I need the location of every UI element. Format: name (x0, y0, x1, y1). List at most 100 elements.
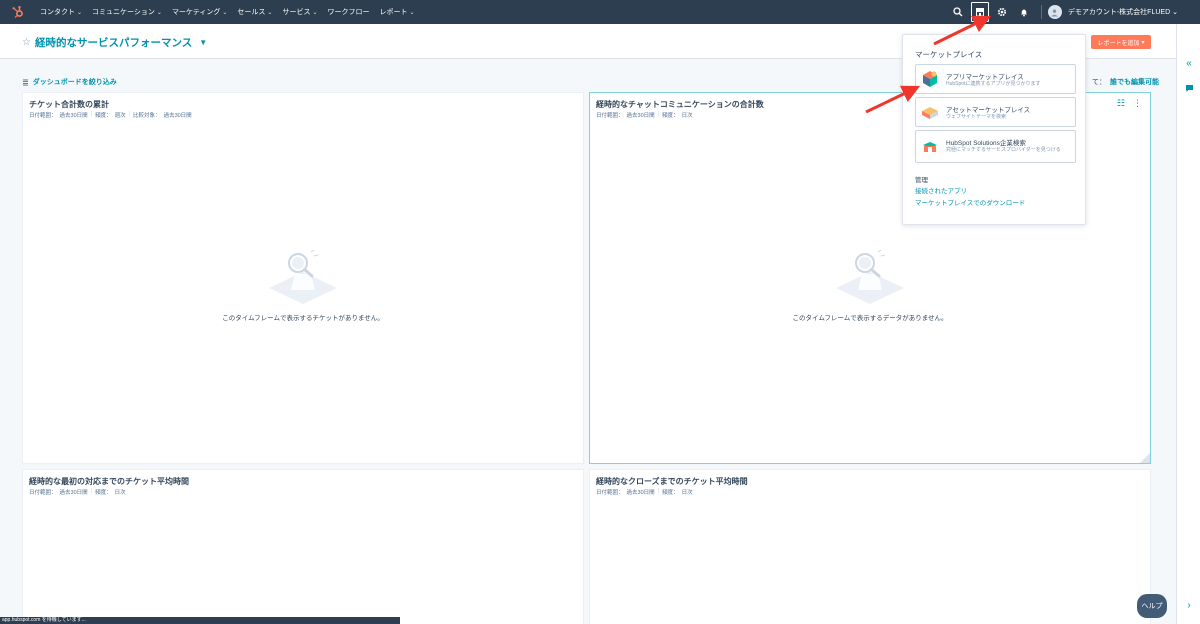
item-title: HubSpot Solutions企業検索 (946, 140, 1026, 147)
meta-text: 週次 (114, 113, 126, 119)
nav-item[interactable]: コミュニケーション ⌄ (92, 7, 162, 17)
filter-sliders-icon[interactable]: ☷ (1117, 98, 1125, 109)
chevron-down-icon: ⌄ (409, 9, 415, 16)
comment-icon[interactable] (1182, 84, 1196, 96)
expand-chevron-right-icon[interactable]: › (1182, 600, 1196, 611)
notifications-bell-icon[interactable] (1013, 0, 1035, 24)
item-description: ウェブサイトテーマを検索 (946, 114, 1007, 120)
report-card[interactable]: 経時的なクローズまでのチケット平均時間 日付範囲： 過去30日間 | 頻度： 日次 (589, 469, 1151, 624)
marketplace-icon[interactable] (969, 0, 991, 24)
add-report-button[interactable]: レポートを追加 ▾ (1091, 35, 1151, 49)
help-button[interactable]: ヘルプ (1137, 594, 1167, 618)
meta-text: 頻度： (95, 490, 112, 496)
account-name: デモアカウント-株式会社FLUED (1067, 9, 1171, 16)
empty-state-magnifier-icon (836, 250, 904, 304)
meta-separator: | (90, 111, 93, 117)
nav-right: デモアカウント-株式会社FLUED ⌄ (947, 0, 1200, 24)
nav-item[interactable]: マーケティング ⌄ (172, 7, 227, 17)
meta-text: 過去30日間 (626, 490, 655, 496)
chevron-down-icon: ⌄ (312, 9, 318, 16)
dashboard-filter[interactable]: ≣ ダッシュボードを絞り込み (22, 77, 117, 87)
meta-text: 日付範囲： (29, 490, 57, 496)
app-marketplace-item[interactable]: アプリマーケットプレイス HubSpotに連携するアプリが見つかります (915, 64, 1076, 94)
card-meta: 日付範囲： 過去30日間 | 頻度： 日次 (596, 488, 693, 496)
meta-text: 過去30日間 (59, 113, 88, 119)
dropdown-heading: マーケットプレイス (915, 50, 983, 59)
card-title[interactable]: チケット合計数の累計 (29, 99, 109, 110)
nav-item-label: マーケティング (171, 9, 221, 16)
edit-prefix: て： (1092, 79, 1106, 86)
account-menu[interactable]: デモアカウント-株式会社FLUED ⌄ (1068, 7, 1178, 17)
nav-item-label: サービス (282, 9, 311, 16)
marketplace-downloads-link[interactable]: マーケットプレイスでのダウンロード (915, 197, 1025, 207)
meta-separator: | (128, 111, 131, 117)
empty-state: このタイムフレームで表示するチケットがありません。 (23, 250, 583, 322)
hubspot-logo-icon[interactable] (6, 0, 30, 24)
search-icon[interactable] (947, 0, 969, 24)
caret-down-icon[interactable]: ▼ (199, 38, 207, 47)
nav-item[interactable]: ワークフロー (327, 7, 369, 17)
nav-item[interactable]: セールス ⌄ (237, 7, 272, 17)
report-card[interactable]: 経時的な最初の対応までのチケット平均時間 日付範囲： 過去30日間 | 頻度： 日次 (22, 469, 584, 624)
meta-text: 日次 (681, 490, 693, 496)
solutions-directory-item[interactable]: HubSpot Solutions企業検索 究極にマッチするサービスプロバイダー… (915, 130, 1076, 163)
nav-item-label: コンタクト (40, 9, 75, 16)
favorite-star-icon[interactable]: ☆ (22, 37, 31, 48)
browser-status-bar: app.hubspot.com を待機しています... (0, 617, 400, 624)
solutions-directory-icon (923, 142, 937, 152)
meta-text: 日付範囲： (29, 113, 57, 119)
meta-text: 日付範囲： (596, 113, 624, 119)
add-report-label: レポートを追加 (1097, 40, 1140, 47)
item-title: アセットマーケットプレイス (946, 107, 1031, 114)
collapse-double-chevron-icon[interactable]: « (1182, 58, 1196, 69)
settings-gear-icon[interactable] (991, 0, 1013, 24)
nav-item-label: コミュニケーション (92, 9, 155, 16)
empty-state-magnifier-icon (269, 250, 337, 304)
item-description: HubSpotに連携するアプリが見つかります (946, 81, 1041, 87)
dashboard-title-area: ☆ 経時的なサービスパフォーマンス ▼ (22, 35, 207, 50)
empty-message: このタイムフレームで表示するデータがありません。 (792, 315, 948, 322)
nav-item[interactable]: レポート ⌄ (379, 7, 414, 17)
nav-item-label: ワークフロー (327, 9, 370, 16)
edit-permission-link[interactable]: 誰でも編集可能 (1110, 77, 1159, 87)
top-nav: コンタクト ⌄ コミュニケーション ⌄ マーケティング ⌄ セールス ⌄ サービス ⌄ ワークフロー… (0, 0, 1200, 24)
marketplace-dropdown: マーケットプレイス アプリマーケットプレイス HubSpotに連携するアプリが見… (902, 34, 1086, 225)
chevron-down-icon: ⌄ (1172, 9, 1178, 16)
report-card[interactable]: チケット合計数の累計 日付範囲： 過去30日間 | 頻度： 週次 | 比較対象： 過去30日間… (22, 92, 584, 464)
meta-text: 日付範囲： (596, 490, 624, 496)
item-title: アプリマーケットプレイス (946, 74, 1024, 81)
empty-message: このタイムフレームで表示するチケットがありません。 (222, 315, 384, 322)
help-label: ヘルプ (1141, 603, 1163, 610)
card-title[interactable]: 経時的な最初の対応までのチケット平均時間 (29, 476, 189, 487)
card-meta: 日付範囲： 過去30日間 | 頻度： 日次 (29, 488, 126, 496)
card-title[interactable]: 経時的なチャットコミュニケーションの合計数 (596, 99, 764, 110)
nav-item[interactable]: サービス ⌄ (282, 7, 317, 17)
item-description: 究極にマッチするサービスプロバイダーを見つける (946, 147, 1061, 153)
nav-item[interactable]: コンタクト ⌄ (40, 7, 82, 17)
status-text: app.hubspot.com を待機しています... (2, 617, 86, 623)
more-options-icon[interactable]: ⋮ (1133, 98, 1142, 109)
meta-text: 頻度： (662, 490, 679, 496)
asset-marketplace-item[interactable]: アセットマーケットプレイス ウェブサイトテーマを検索 (915, 97, 1076, 127)
meta-separator: | (657, 488, 660, 494)
asset-marketplace-icon (922, 107, 938, 119)
avatar[interactable] (1047, 5, 1062, 19)
meta-text: 日次 (114, 490, 126, 496)
page-title[interactable]: 経時的なサービスパフォーマンス (35, 35, 192, 50)
chevron-down-icon: ⌄ (77, 9, 83, 16)
nav-item-label: レポート (379, 9, 408, 16)
app-marketplace-icon (923, 71, 937, 87)
empty-state: このタイムフレームで表示するデータがありません。 (590, 250, 1150, 322)
manage-heading: 管理 (915, 177, 928, 184)
nav-divider (1040, 5, 1042, 19)
meta-separator: | (657, 111, 660, 117)
connected-apps-link[interactable]: 接続されたアプリ (915, 185, 967, 195)
card-tools: ☷ ⋮ (1117, 98, 1142, 109)
card-title[interactable]: 経時的なクローズまでのチケット平均時間 (596, 476, 748, 487)
edit-permission: て： 誰でも編集可能 (1092, 77, 1159, 87)
meta-separator: | (90, 488, 93, 494)
card-meta: 日付範囲： 過去30日間 | 頻度： 週次 | 比較対象： 過去30日間 (29, 111, 192, 119)
filter-label: ダッシュボードを絞り込み (32, 79, 117, 86)
resize-handle-icon[interactable] (1140, 453, 1150, 463)
chevron-down-icon: ⌄ (156, 9, 162, 16)
